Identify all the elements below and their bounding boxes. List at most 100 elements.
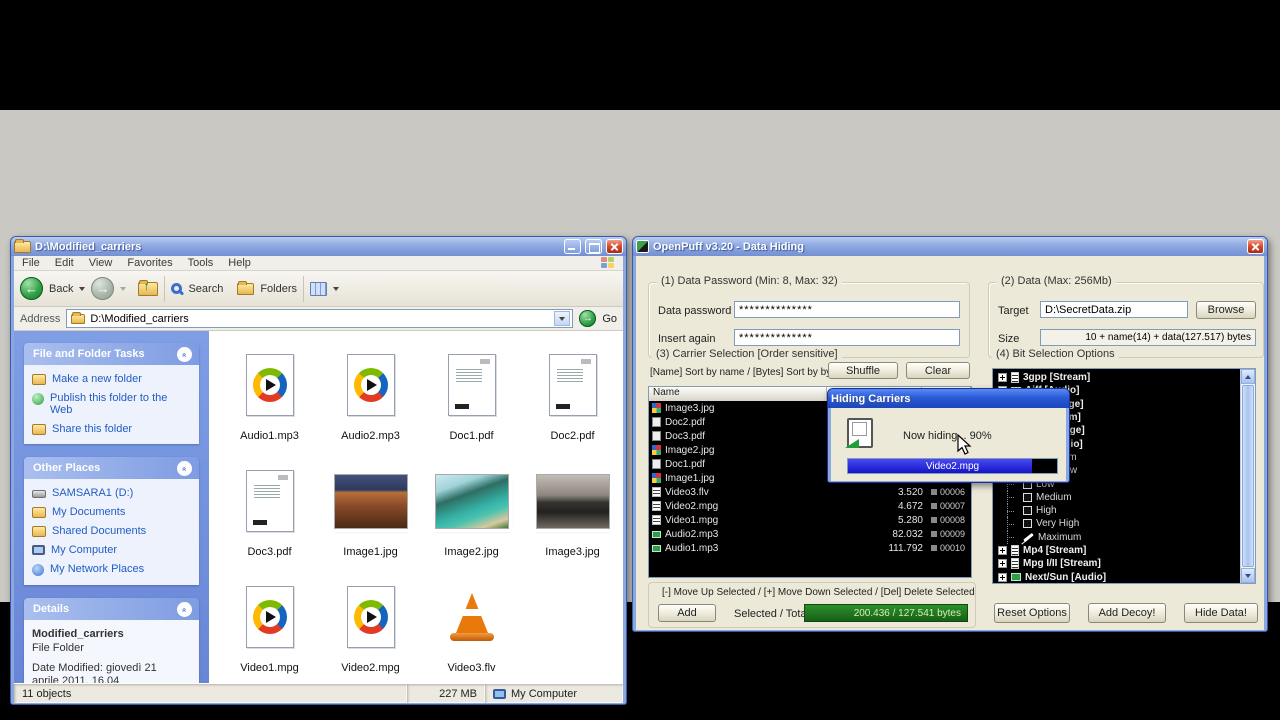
- column-name[interactable]: Name: [649, 387, 827, 401]
- carrier-row[interactable]: Video2.mpg 4.672 00007: [649, 499, 971, 513]
- views-dropdown-icon[interactable]: [333, 287, 339, 291]
- menu-favorites[interactable]: Favorites: [127, 257, 172, 269]
- file-item[interactable]: Image2.jpg: [421, 459, 522, 575]
- scroll-up-icon[interactable]: [1241, 369, 1255, 384]
- tree-option-selected[interactable]: Maximum: [993, 531, 1240, 544]
- image-file-icon: [652, 445, 661, 455]
- tree-scrollbar[interactable]: [1240, 369, 1255, 583]
- pdf-file-icon: [652, 459, 661, 469]
- checkbox-icon[interactable]: [1023, 519, 1032, 528]
- views-icon[interactable]: [310, 282, 327, 296]
- panel-header[interactable]: Other Places: [24, 457, 199, 479]
- sidebar-item-my-network[interactable]: My Network Places: [32, 563, 193, 576]
- scroll-down-icon[interactable]: [1241, 568, 1255, 583]
- sidebar-item-my-computer[interactable]: My Computer: [32, 544, 193, 556]
- file-item[interactable]: Video1.mpg: [219, 575, 320, 683]
- target-input[interactable]: D:\SecretData.zip: [1040, 301, 1188, 318]
- go-button[interactable]: Go: [602, 313, 617, 325]
- panel-header[interactable]: File and Folder Tasks: [24, 343, 199, 365]
- file-label: Doc2.pdf: [550, 430, 594, 442]
- tree-item-format[interactable]: Mp4 [Stream]: [993, 544, 1240, 557]
- file-item[interactable]: Image3.jpg: [522, 459, 623, 575]
- password-input[interactable]: **************: [734, 301, 960, 318]
- block-icon: [931, 545, 937, 551]
- audio-file-icon: [652, 545, 661, 552]
- search-icon[interactable]: [171, 283, 182, 294]
- sidebar-item-publish-web[interactable]: Publish this folder to the Web: [32, 392, 193, 416]
- address-input[interactable]: D:\Modified_carriers: [66, 309, 573, 328]
- openpuff-titlebar[interactable]: OpenPuff v3.20 - Data Hiding: [633, 237, 1267, 256]
- file-item[interactable]: Video2.mpg: [320, 575, 421, 683]
- tree-option[interactable]: High: [993, 504, 1240, 517]
- file-item[interactable]: Doc3.pdf: [219, 459, 320, 575]
- group-title: (3) Carrier Selection [Order sensitive]: [652, 348, 842, 360]
- file-item[interactable]: Doc2.pdf: [522, 343, 623, 459]
- sidebar-item-new-folder[interactable]: Make a new folder: [32, 373, 193, 385]
- maximize-button[interactable]: [585, 239, 602, 254]
- expand-icon[interactable]: [998, 373, 1007, 382]
- status-location: My Computer: [485, 684, 623, 703]
- carrier-row[interactable]: Audio2.mp3 82.032 00009: [649, 527, 971, 541]
- sidebar-item-my-documents[interactable]: My Documents: [32, 506, 193, 518]
- sidebar-item-shared-documents[interactable]: Shared Documents: [32, 525, 193, 537]
- hiding-progress-bar: Video2.mpg: [847, 458, 1058, 474]
- menu-help[interactable]: Help: [228, 257, 251, 269]
- checkbox-icon[interactable]: [1023, 493, 1032, 502]
- expand-icon[interactable]: [998, 559, 1007, 568]
- close-button[interactable]: [1247, 239, 1264, 254]
- menu-file[interactable]: File: [22, 257, 40, 269]
- carrier-row[interactable]: Video3.flv 3.520 00006: [649, 485, 971, 499]
- close-button[interactable]: [606, 239, 623, 254]
- chevron-up-icon[interactable]: [177, 602, 192, 617]
- file-item[interactable]: Doc1.pdf: [421, 343, 522, 459]
- up-folder-icon[interactable]: [138, 282, 158, 296]
- media-thumbnail: [246, 575, 294, 659]
- chevron-up-icon[interactable]: [177, 347, 192, 362]
- add-button[interactable]: Add: [658, 604, 716, 622]
- shuffle-button[interactable]: Shuffle: [828, 362, 898, 379]
- minimize-button[interactable]: [564, 239, 581, 254]
- address-dropdown[interactable]: [554, 311, 570, 326]
- expand-icon[interactable]: [998, 546, 1007, 555]
- back-button[interactable]: Back: [49, 283, 73, 295]
- file-item[interactable]: Audio2.mp3: [320, 343, 421, 459]
- menu-tools[interactable]: Tools: [188, 257, 214, 269]
- carrier-row[interactable]: Audio1.mp3 111.792 00010: [649, 541, 971, 555]
- progress-file-label: Video2.mpg: [848, 459, 1057, 473]
- tree-option[interactable]: Medium: [993, 491, 1240, 504]
- mouse-cursor: [956, 434, 976, 456]
- scrollbar-thumb[interactable]: [1242, 385, 1254, 567]
- carrier-row[interactable]: Video1.mpg 5.280 00008: [649, 513, 971, 527]
- file-item[interactable]: Image1.jpg: [320, 459, 421, 575]
- sidebar-item-drive-d[interactable]: SAMSARA1 (D:): [32, 487, 193, 499]
- explorer-titlebar[interactable]: D:\Modified_carriers: [11, 237, 626, 256]
- hide-data-button[interactable]: Hide Data!: [1184, 603, 1258, 623]
- clear-button[interactable]: Clear: [906, 362, 970, 379]
- menu-view[interactable]: View: [89, 257, 113, 269]
- add-decoy-button[interactable]: Add Decoy!: [1088, 603, 1166, 623]
- sidebar-item-share-folder[interactable]: Share this folder: [32, 423, 193, 435]
- tree-item-format[interactable]: Next/Sun [Audio]: [993, 570, 1240, 583]
- back-icon[interactable]: [20, 277, 43, 300]
- forward-icon[interactable]: [91, 277, 114, 300]
- chevron-up-icon[interactable]: [177, 461, 192, 476]
- panel-header[interactable]: Details: [24, 598, 199, 620]
- dialog-titlebar[interactable]: Hiding Carriers: [828, 389, 1069, 408]
- folders-icon[interactable]: [237, 283, 254, 295]
- file-item[interactable]: Video3.flv: [421, 575, 522, 683]
- reset-options-button[interactable]: Reset Options: [994, 603, 1070, 623]
- tree-item-format[interactable]: Mpg I/II [Stream]: [993, 557, 1240, 570]
- expand-icon[interactable]: [998, 573, 1007, 582]
- menu-edit[interactable]: Edit: [55, 257, 74, 269]
- file-item[interactable]: Audio1.mp3: [219, 343, 320, 459]
- folders-button[interactable]: Folders: [260, 283, 297, 295]
- browse-button[interactable]: Browse: [1196, 301, 1256, 319]
- checkbox-icon[interactable]: [1023, 506, 1032, 515]
- go-icon[interactable]: [579, 310, 596, 327]
- back-dropdown-icon[interactable]: [79, 287, 85, 291]
- tree-item-format[interactable]: 3gpp [Stream]: [993, 371, 1240, 384]
- tree-option[interactable]: Very High: [993, 517, 1240, 530]
- forward-dropdown-icon[interactable]: [120, 287, 126, 291]
- repeat-password-input[interactable]: **************: [734, 329, 960, 346]
- search-button[interactable]: Search: [188, 283, 223, 295]
